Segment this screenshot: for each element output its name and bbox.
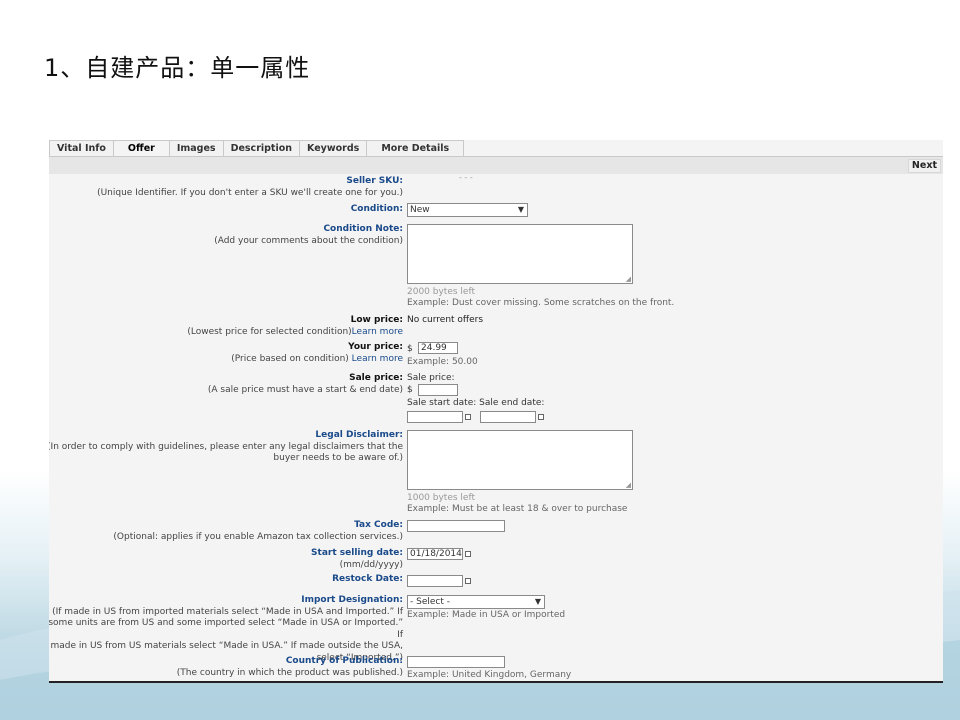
start-selling-date-label: Start selling date:: [311, 548, 403, 558]
panel-bottom-border: [49, 681, 943, 683]
restock-date-input[interactable]: [407, 575, 463, 587]
condition-select[interactable]: New ▼: [407, 203, 528, 217]
seller-sku-hint: (Unique Identifier. If you don't enter a…: [97, 187, 403, 198]
calendar-icon[interactable]: [538, 414, 544, 420]
tab-offer[interactable]: Offer: [112, 140, 170, 156]
chevron-down-icon: ▼: [517, 205, 524, 214]
your-price-currency: $: [407, 344, 413, 354]
country-of-publication-example: Example: United Kingdom, Germany: [407, 670, 572, 680]
resize-grip-icon: ◢: [625, 275, 631, 283]
import-designation-hint-line3: made in US from US materials select “Mad…: [50, 641, 403, 651]
condition-note-example: Example: Dust cover missing. Some scratc…: [407, 298, 675, 308]
tab-images[interactable]: Images: [168, 140, 224, 156]
sale-start-date-label: Sale start date:: [407, 398, 477, 408]
import-designation-hint-line2: some units are from US and some imported…: [49, 618, 403, 640]
tab-keywords[interactable]: Keywords: [299, 140, 368, 156]
condition-select-value: New: [410, 205, 430, 215]
low-price-value: No current offers: [407, 315, 484, 325]
tab-description[interactable]: Description: [222, 140, 301, 156]
start-selling-date-input[interactable]: 01/18/2014: [407, 548, 463, 560]
import-designation-hint-line1: (If made in US from imported materials s…: [52, 606, 403, 617]
resize-grip-icon: ◢: [625, 481, 631, 489]
import-designation-example: Example: Made in USA or Imported: [407, 610, 566, 620]
import-designation-select[interactable]: - Select - ▼: [407, 595, 545, 609]
condition-label: Condition:: [350, 204, 403, 214]
legal-disclaimer-hint-line2: buyer needs to be aware of.): [273, 453, 403, 463]
import-designation-label: Import Designation:: [301, 595, 403, 605]
legal-disclaimer-label: Legal Disclaimer:: [315, 430, 403, 440]
tab-more-details[interactable]: More Details: [366, 140, 465, 156]
seller-sku-placeholder-mark: - - -: [459, 173, 473, 182]
condition-note-bytes-left: 2000 bytes left: [407, 287, 475, 297]
sale-end-date-label: Sale end date:: [479, 398, 545, 408]
sale-price-input[interactable]: [418, 384, 458, 396]
your-price-label: Your price:: [348, 342, 403, 352]
your-price-input[interactable]: 24.99: [418, 342, 458, 354]
calendar-icon[interactable]: [465, 551, 471, 557]
legal-disclaimer-bytes-left: 1000 bytes left: [407, 493, 475, 503]
calendar-icon[interactable]: [465, 414, 471, 420]
sale-end-date-input[interactable]: [480, 411, 536, 423]
condition-note-textarea[interactable]: ◢: [407, 224, 633, 284]
slide-title: 1、自建产品：单一属性: [44, 54, 311, 82]
next-button[interactable]: Next: [907, 159, 941, 173]
legal-disclaimer-hint-line1: (In order to comply with guidelines, ple…: [49, 441, 403, 452]
tab-vital-info[interactable]: Vital Info: [49, 140, 114, 156]
country-of-publication-hint: (The country in which the product was pu…: [176, 667, 403, 678]
sale-price-inner-label: Sale price:: [407, 373, 455, 383]
condition-note-label: Condition Note:: [323, 224, 403, 234]
restock-date-label: Restock Date:: [332, 574, 403, 584]
country-of-publication-label: Country of Publication:: [285, 656, 403, 666]
sale-start-date-input[interactable]: [407, 411, 463, 423]
sale-price-currency: $: [407, 385, 413, 395]
low-price-label: Low price:: [350, 315, 403, 325]
tab-bar-strip: [49, 156, 943, 174]
sale-price-hint: (A sale price must have a start & end da…: [207, 384, 403, 395]
condition-note-hint: (Add your comments about the condition): [214, 235, 403, 246]
legal-disclaimer-example: Example: Must be at least 18 & over to p…: [407, 504, 628, 514]
country-of-publication-input[interactable]: [407, 656, 505, 668]
your-price-hint: (Price based on condition): [231, 353, 352, 364]
start-selling-date-hint: (mm/dd/yyyy): [339, 559, 403, 570]
low-price-hint: (Lowest price for selected condition): [187, 326, 352, 337]
legal-disclaimer-textarea[interactable]: ◢: [407, 430, 633, 490]
calendar-icon[interactable]: [465, 578, 471, 584]
chevron-down-icon: ▼: [534, 597, 541, 606]
tax-code-label: Tax Code:: [354, 520, 403, 530]
your-price-learn-more-link[interactable]: Learn more: [352, 354, 403, 364]
tax-code-input[interactable]: [407, 520, 505, 532]
seller-sku-label: Seller SKU:: [346, 176, 403, 186]
listing-form-panel: Vital Info Offer Images Description Keyw…: [49, 140, 943, 683]
tax-code-hint: (Optional: applies if you enable Amazon …: [113, 531, 403, 542]
import-designation-select-value: - Select -: [410, 597, 450, 607]
your-price-example: Example: 50.00: [407, 357, 478, 367]
tab-list: Vital Info Offer Images Description Keyw…: [49, 140, 465, 156]
low-price-learn-more-link[interactable]: Learn more: [352, 327, 403, 337]
sale-price-label: Sale price:: [349, 373, 403, 383]
